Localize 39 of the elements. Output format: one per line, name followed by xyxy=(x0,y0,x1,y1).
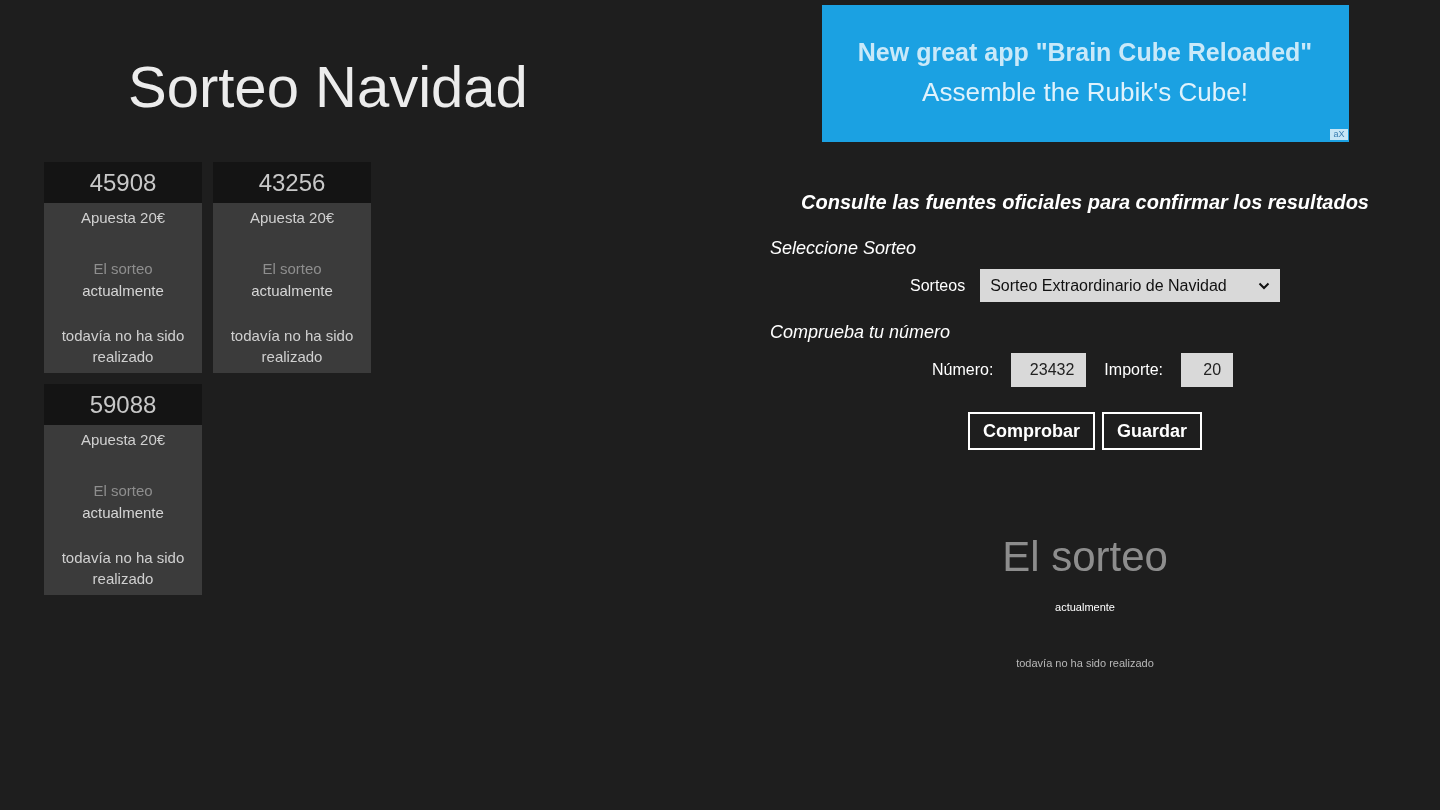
result-detail: actualmente xyxy=(1055,600,1115,614)
ad-headline: New great app "Brain Cube Reloaded" xyxy=(857,37,1313,67)
number-field[interactable]: 23432 xyxy=(1011,353,1087,387)
ticket-card[interactable]: 43256 Apuesta 20€ El sorteo actualmente todavía no ha sido realizado xyxy=(213,162,371,373)
dropdown-value: Sorteo Extraordinario de Navidad xyxy=(990,276,1227,295)
status-heading: El sorteo xyxy=(262,259,322,279)
field-label: Importe: xyxy=(1104,360,1164,380)
chevron-down-icon xyxy=(1258,281,1271,290)
ticket-number: 59088 xyxy=(44,384,202,425)
ad-tagline: Assemble the Rubik's Cube! xyxy=(922,76,1248,108)
status-note: todavía no ha sido realizado xyxy=(229,326,355,367)
ticket-card[interactable]: 45908 Apuesta 20€ El sorteo actualmente todavía no ha sido realizado xyxy=(44,162,202,373)
save-button[interactable]: Guardar xyxy=(1102,412,1202,450)
bet-amount: Apuesta 20€ xyxy=(80,208,166,228)
field-label: Sorteos xyxy=(910,275,966,296)
status-heading: El sorteo xyxy=(93,259,153,279)
notice-text: Consulte las fuentes oficiales para confirmar los resultados xyxy=(800,190,1370,215)
section-title: Seleccione Sorteo xyxy=(769,237,917,260)
check-button[interactable]: Comprobar xyxy=(967,412,1095,450)
result-note: todavía no ha sido realizado xyxy=(1016,656,1154,670)
status-note: todavía no ha sido realizado xyxy=(60,326,186,367)
ad-mark: aX xyxy=(1330,129,1348,140)
draw-dropdown[interactable]: Sorteo Extraordinario de Navidad xyxy=(980,269,1281,302)
amount-field[interactable]: 20 xyxy=(1181,353,1234,387)
status-note: todavía no ha sido realizado xyxy=(60,548,186,589)
status-detail: actualmente xyxy=(82,503,164,523)
app-title: Sorteo Navidad xyxy=(128,53,529,121)
bet-amount: Apuesta 20€ xyxy=(249,208,335,228)
result-heading: El sorteo xyxy=(1002,532,1168,582)
ticket-card[interactable]: 59088 Apuesta 20€ El sorteo actualmente todavía no ha sido realizado xyxy=(44,384,202,595)
status-detail: actualmente xyxy=(82,281,164,301)
ticket-number: 43256 xyxy=(213,162,371,203)
ad-banner[interactable]: New great app "Brain Cube Reloaded" Assemble the Rubik's Cube! aX xyxy=(821,5,1349,142)
status-detail: actualmente xyxy=(251,281,333,301)
status-heading: El sorteo xyxy=(93,481,153,501)
ticket-number: 45908 xyxy=(44,162,202,203)
bet-amount: Apuesta 20€ xyxy=(80,430,166,450)
field-label: Número: xyxy=(932,360,994,380)
section-title: Comprueba tu número xyxy=(769,321,951,344)
